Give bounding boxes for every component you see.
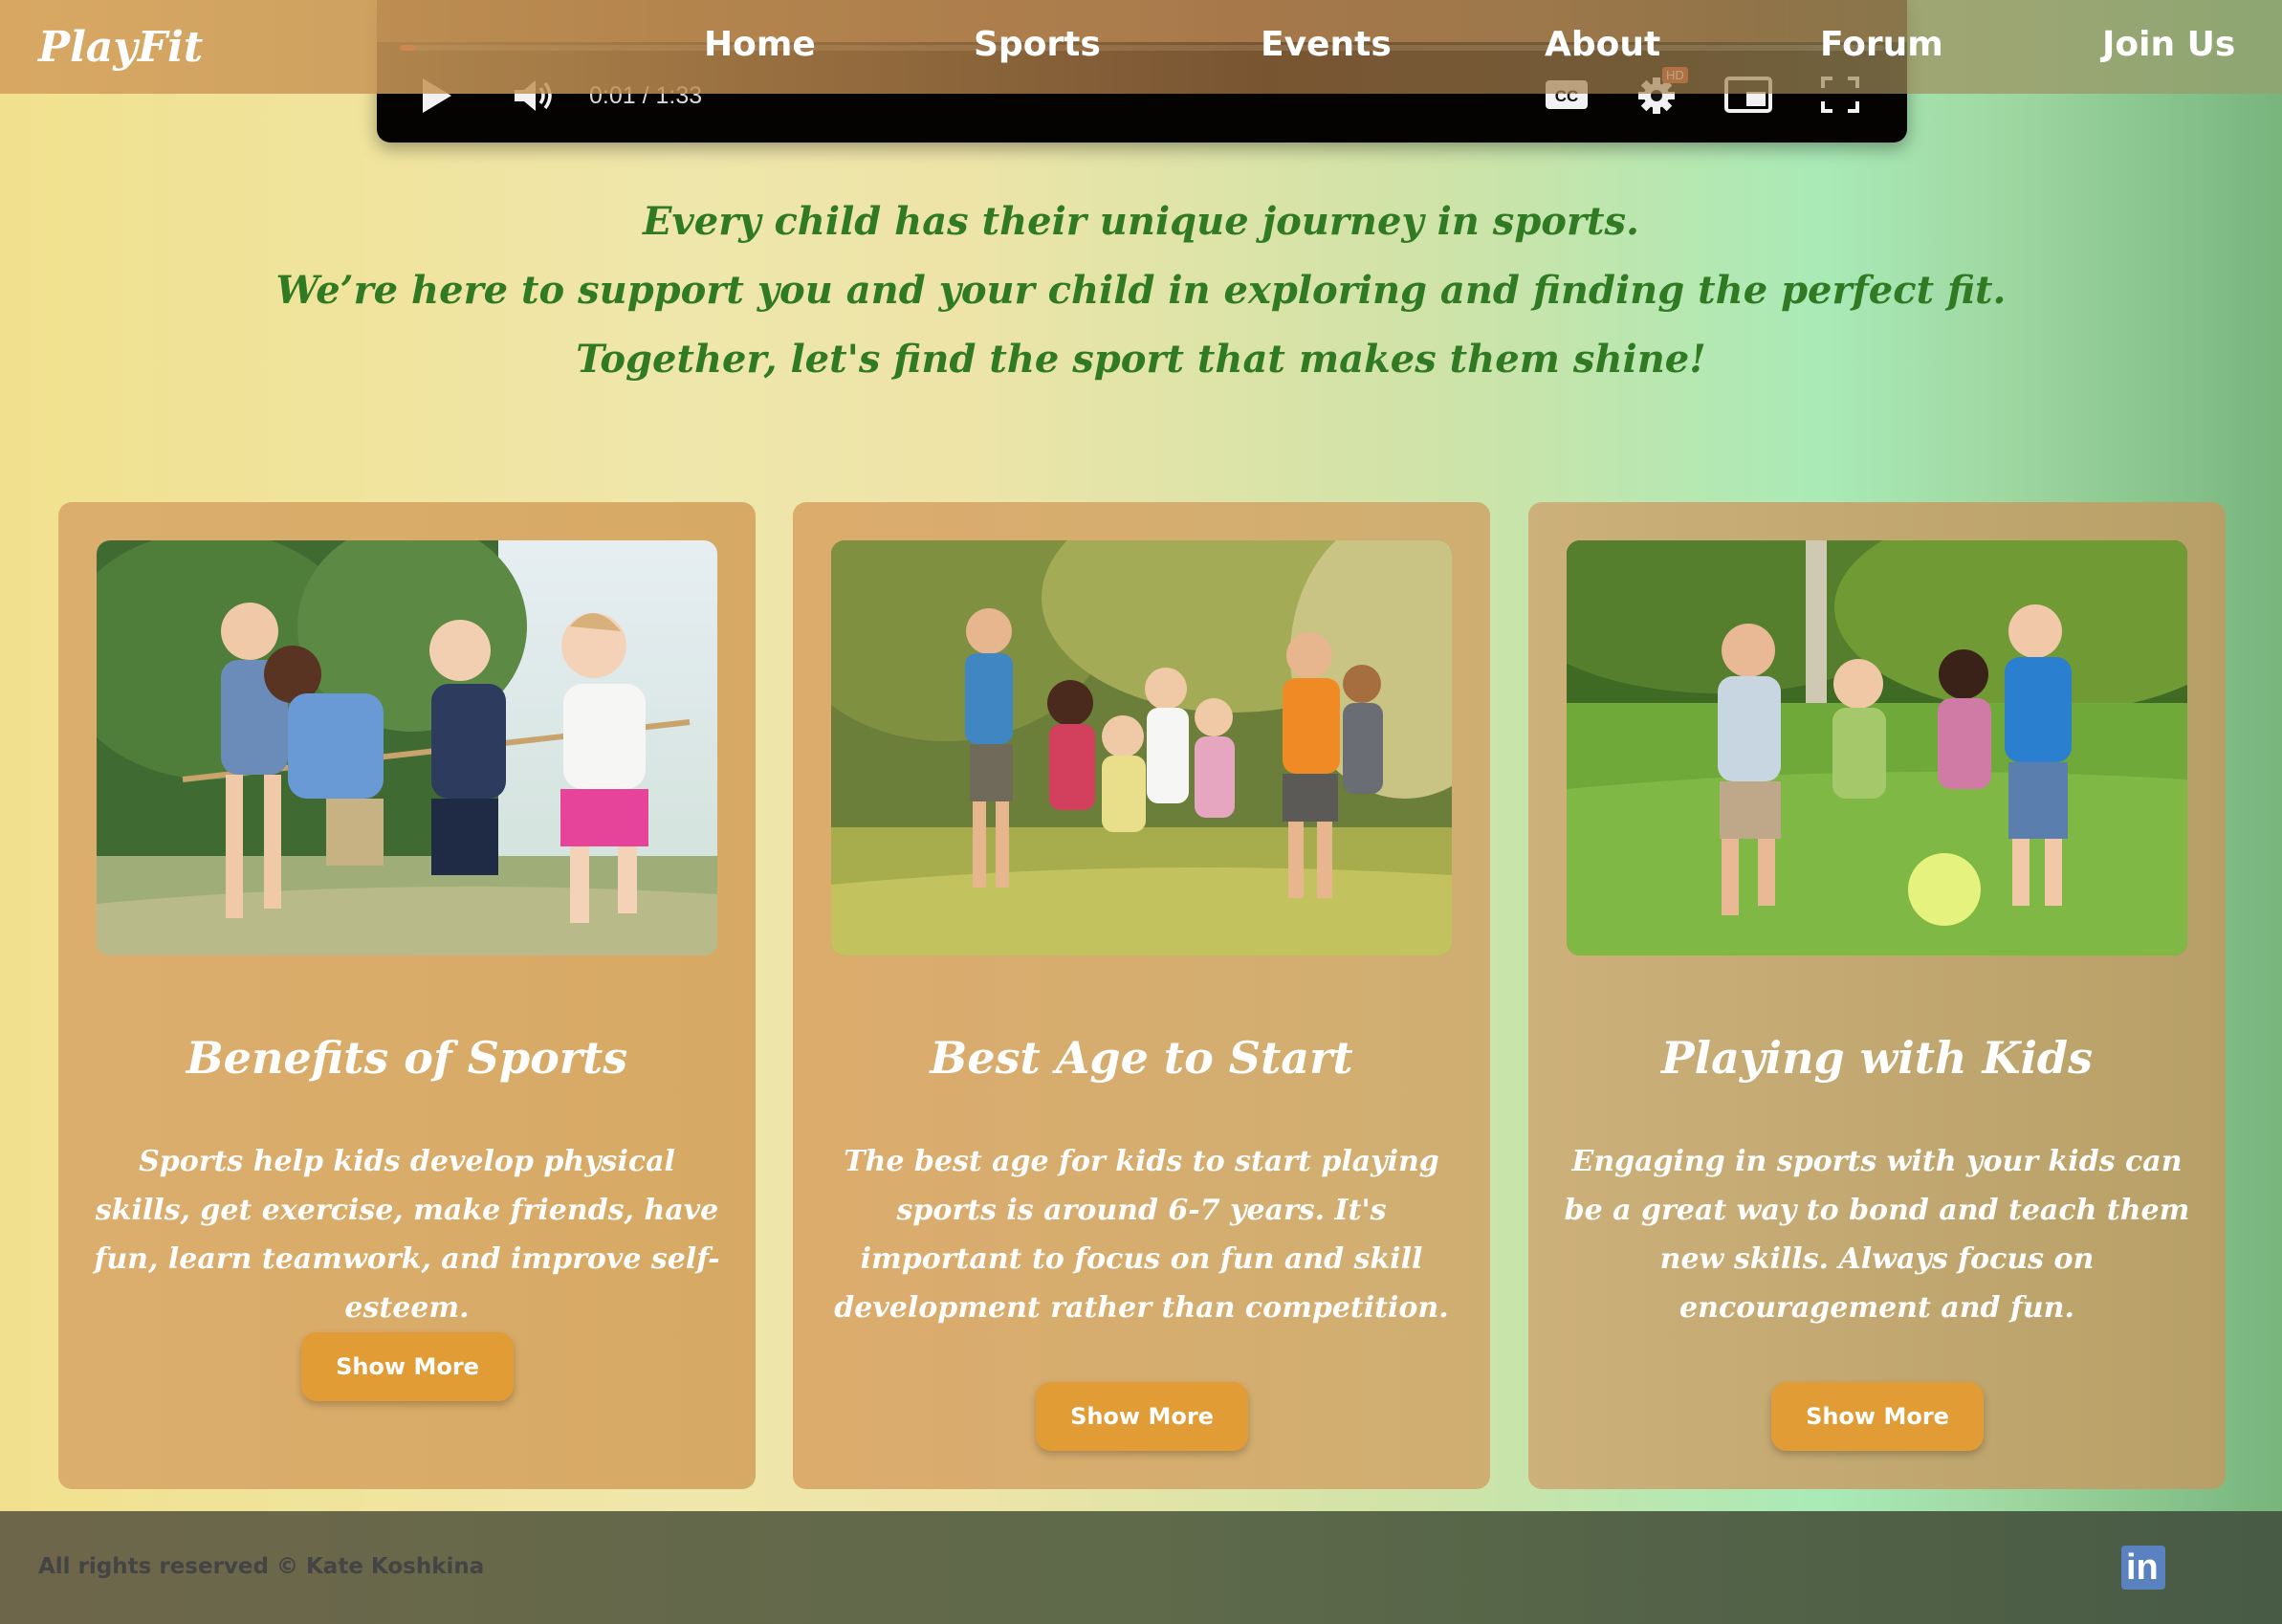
card-title: Playing with Kids [1661,1032,2093,1084]
intro-line-3: Together, let's find the sport that make… [576,337,1706,382]
card-text: The best age for kids to start playing s… [834,1145,1449,1325]
card-playing-with-kids: Playing with Kids Engaging in sports wit… [1528,502,2226,1489]
card-image-tug-of-war [97,540,717,955]
intro-line-1: Every child has their unique journey in … [643,199,1639,244]
show-more-button[interactable]: Show More [301,1332,514,1401]
nav-join-us[interactable]: Join Us [2102,25,2235,64]
site-logo[interactable]: PlayFit [38,23,203,72]
nav-home[interactable]: Home [704,25,816,64]
show-more-button[interactable]: Show More [1771,1382,1984,1451]
top-navbar: PlayFit Home Sports Events About Forum J… [0,0,2282,94]
card-benefits: Benefits of Sports Sports help kids deve… [58,502,756,1489]
nav-sports[interactable]: Sports [974,25,1101,64]
card-image-kids-soccer [1567,540,2187,955]
linkedin-icon[interactable]: in [2121,1546,2165,1590]
nav-about[interactable]: About [1545,25,1660,64]
card-text: Sports help kids develop physical skills… [94,1145,720,1325]
card-text: Engaging in sports with your kids can be… [1564,1145,2190,1325]
card-image-kids-circle-game [831,540,1452,955]
show-more-button[interactable]: Show More [1036,1382,1248,1451]
footer: All rights reserved © Kate Koshkina in [0,1511,2282,1624]
nav-forum[interactable]: Forum [1820,25,1943,64]
intro-line-2: We’re here to support you and your child… [275,268,2007,313]
card-best-age: Best Age to Start The best age for kids … [793,502,1490,1489]
card-title: Best Age to Start [930,1032,1353,1084]
copyright-text: All rights reserved © Kate Koshkina [38,1554,485,1579]
card-title: Benefits of Sports [186,1032,628,1084]
nav-events[interactable]: Events [1261,25,1392,64]
